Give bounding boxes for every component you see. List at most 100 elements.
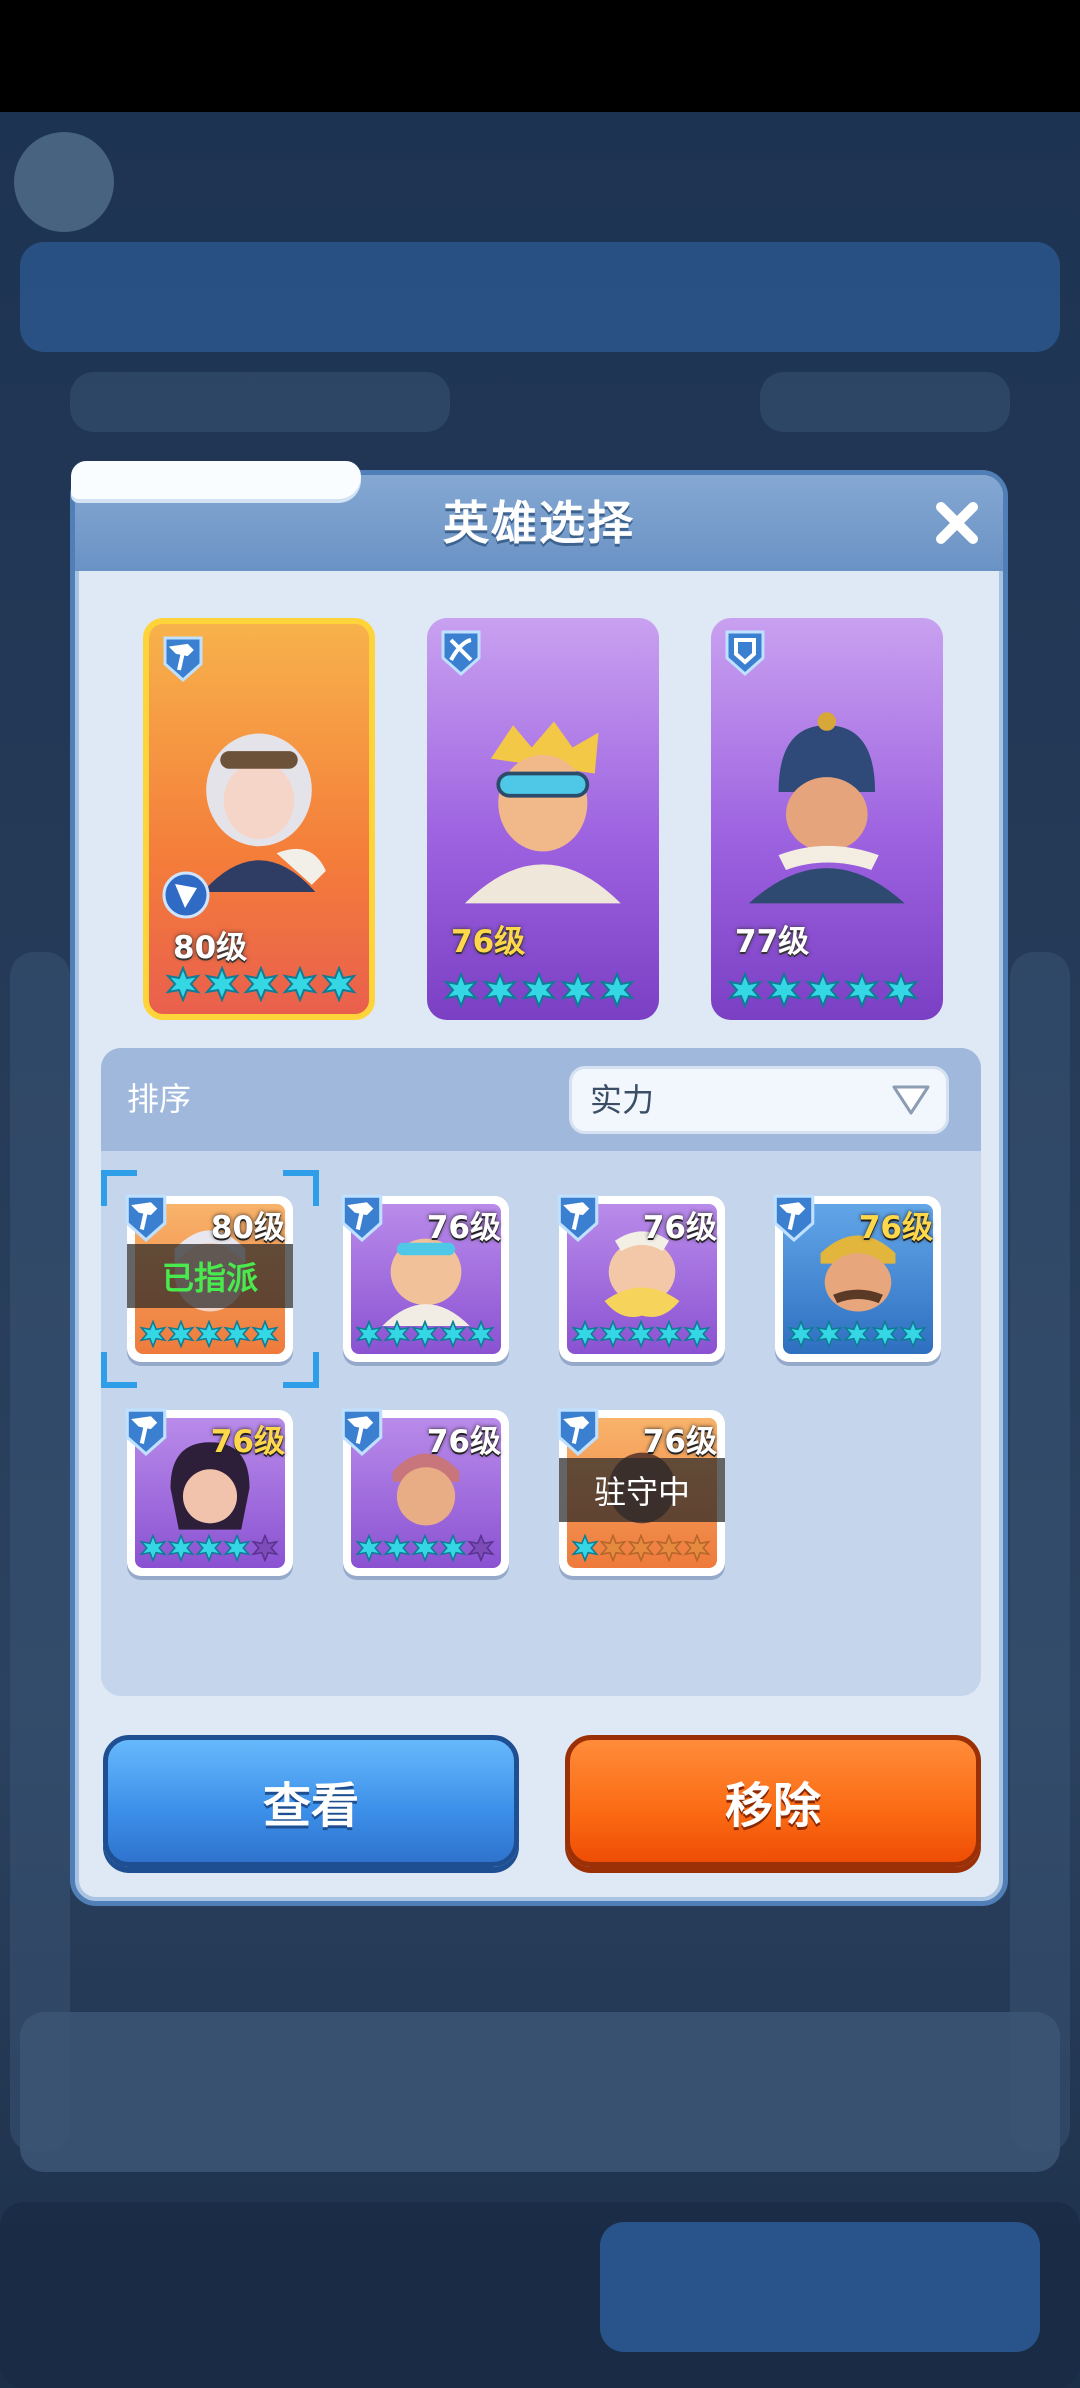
hero-portrait-pilot bbox=[465, 721, 621, 904]
hero-card-3[interactable]: 77级 bbox=[711, 618, 943, 1020]
slot-stars bbox=[355, 1320, 495, 1348]
crossbow-icon bbox=[441, 630, 481, 676]
star-empty-icon bbox=[599, 1534, 627, 1562]
selection-corner bbox=[101, 1352, 137, 1388]
roster-slot[interactable]: 76级 bbox=[773, 1194, 941, 1362]
star-icon bbox=[139, 1320, 167, 1348]
slot-level: 76级 bbox=[858, 1210, 933, 1246]
slot-stars bbox=[355, 1534, 495, 1562]
slot-level: 80级 bbox=[210, 1210, 285, 1246]
star-icon bbox=[411, 1534, 439, 1562]
star-icon bbox=[439, 1320, 467, 1348]
shield-icon bbox=[725, 630, 765, 676]
star-icon bbox=[204, 966, 240, 1002]
star-icon bbox=[282, 966, 318, 1002]
star-icon bbox=[844, 972, 880, 1008]
hero-level: 77级 bbox=[735, 924, 810, 960]
slot-stars bbox=[571, 1320, 711, 1348]
pickaxe-icon bbox=[341, 1194, 383, 1242]
hero-level: 80级 bbox=[173, 930, 248, 966]
star-icon bbox=[439, 1534, 467, 1562]
slot-level: 76级 bbox=[426, 1424, 501, 1460]
selection-corner bbox=[283, 1170, 319, 1206]
slot-level: 76级 bbox=[210, 1424, 285, 1460]
sort-label: 排序 bbox=[127, 1080, 192, 1118]
star-icon bbox=[871, 1320, 899, 1348]
star-icon bbox=[139, 1534, 167, 1562]
sort-bar: 排序 实力 bbox=[101, 1048, 981, 1151]
close-icon bbox=[936, 502, 978, 544]
roster-slot[interactable]: 已指派 80级 bbox=[101, 1170, 319, 1388]
star-icon bbox=[223, 1320, 251, 1348]
roster-slot[interactable]: 76级 bbox=[341, 1194, 509, 1362]
star-icon bbox=[165, 966, 201, 1002]
star-icon bbox=[655, 1320, 683, 1348]
selection-corner bbox=[101, 1170, 137, 1206]
star-icon bbox=[883, 972, 919, 1008]
star-icon bbox=[355, 1320, 383, 1348]
star-icon bbox=[411, 1320, 439, 1348]
hero-select-dialog: 英雄选择 80级 76级 77级 排序 实力 已指派 80级 76级 76级 7… bbox=[70, 461, 1008, 1906]
star-icon bbox=[787, 1320, 815, 1348]
star-icon bbox=[383, 1534, 411, 1562]
star-icon bbox=[243, 966, 279, 1002]
hero-level: 76级 bbox=[451, 924, 526, 960]
slot-level: 76级 bbox=[426, 1210, 501, 1246]
close-button[interactable] bbox=[925, 491, 989, 555]
star-icon bbox=[899, 1320, 927, 1348]
hero-stars bbox=[165, 966, 357, 1002]
sort-dropdown[interactable]: 实力 bbox=[569, 1066, 949, 1134]
remove-button[interactable]: 移除 bbox=[565, 1735, 981, 1867]
star-icon bbox=[571, 1534, 599, 1562]
star-icon bbox=[815, 1320, 843, 1348]
star-icon bbox=[521, 972, 557, 1008]
chevron-down-icon bbox=[892, 1085, 930, 1115]
sort-value: 实力 bbox=[590, 1081, 655, 1119]
star-icon bbox=[571, 1320, 599, 1348]
star-icon bbox=[627, 1320, 655, 1348]
star-icon bbox=[251, 1320, 279, 1348]
slot-stars bbox=[139, 1534, 279, 1562]
star-icon bbox=[599, 972, 635, 1008]
pickaxe-icon bbox=[163, 636, 203, 682]
star-icon bbox=[355, 1534, 383, 1562]
roster-slot[interactable]: 驻守中 76级 bbox=[557, 1408, 725, 1576]
roster-slot[interactable]: 76级 bbox=[125, 1408, 293, 1576]
slot-stars bbox=[571, 1534, 711, 1562]
star-empty-icon bbox=[627, 1534, 655, 1562]
star-empty-icon bbox=[467, 1534, 495, 1562]
dialog-header: 英雄选择 bbox=[71, 461, 1003, 571]
roster-slot[interactable]: 76级 bbox=[557, 1194, 725, 1362]
star-icon bbox=[766, 972, 802, 1008]
star-icon bbox=[383, 1320, 411, 1348]
hero-card-2[interactable]: 76级 bbox=[427, 618, 659, 1020]
star-icon bbox=[195, 1320, 223, 1348]
pickaxe-icon bbox=[341, 1408, 383, 1456]
star-icon bbox=[195, 1534, 223, 1562]
slot-stars bbox=[787, 1320, 927, 1348]
star-icon bbox=[560, 972, 596, 1008]
selection-corner bbox=[283, 1352, 319, 1388]
slot-level: 76级 bbox=[642, 1424, 717, 1460]
star-icon bbox=[727, 972, 763, 1008]
star-icon bbox=[683, 1320, 711, 1348]
hero-list-panel: 排序 实力 已指派 80级 76级 76级 76级 76级 76级 驻守中 76… bbox=[101, 1048, 981, 1696]
pickaxe-icon bbox=[773, 1194, 815, 1242]
pickaxe-icon bbox=[557, 1194, 599, 1242]
hero-stars bbox=[727, 972, 919, 1008]
status-overlay: 已指派 bbox=[127, 1244, 293, 1308]
status-overlay: 驻守中 bbox=[559, 1458, 725, 1522]
pickaxe-icon bbox=[125, 1408, 167, 1456]
hero-portrait-guard bbox=[749, 712, 905, 904]
star-icon bbox=[467, 1320, 495, 1348]
view-button[interactable]: 查看 bbox=[103, 1735, 519, 1867]
star-icon bbox=[599, 1320, 627, 1348]
hero-card-1[interactable]: 80级 bbox=[143, 618, 375, 1020]
assigned-label: 已指派 bbox=[161, 1259, 258, 1297]
hero-stars bbox=[443, 972, 635, 1008]
roster-slot[interactable]: 76级 bbox=[341, 1408, 509, 1576]
star-icon bbox=[321, 966, 357, 1002]
pickaxe-icon bbox=[557, 1408, 599, 1456]
star-icon bbox=[167, 1534, 195, 1562]
slot-stars bbox=[139, 1320, 279, 1348]
